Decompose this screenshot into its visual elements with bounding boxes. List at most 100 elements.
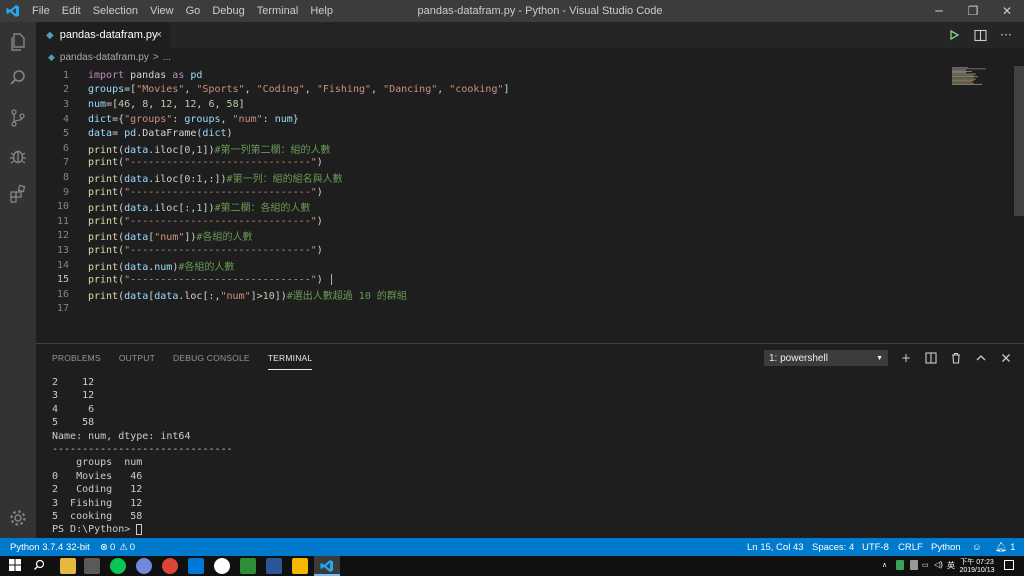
code-line[interactable]: 7 print("------------------------------") [36, 156, 956, 171]
new-terminal-icon[interactable]: + [898, 350, 914, 366]
notifications[interactable]: 🔔︎ 1 [995, 538, 1015, 556]
problems-indicator[interactable]: ⊗ 0 ⚠ 0 [100, 538, 135, 556]
code-line[interactable]: 3 num=[46, 8, 12, 12, 6, 58] [36, 97, 956, 112]
language-mode[interactable]: Python [931, 538, 961, 556]
more-actions-icon[interactable]: ··· [998, 27, 1014, 43]
menu-go[interactable]: Go [180, 5, 207, 17]
menu-terminal[interactable]: Terminal [251, 5, 305, 17]
split-terminal-icon[interactable] [923, 350, 939, 366]
menu-view[interactable]: View [144, 5, 180, 17]
editor-scrollbar[interactable] [1014, 66, 1024, 216]
code-line[interactable]: 5 data= pd.DataFrame(dict) [36, 126, 956, 141]
code-line[interactable]: 10 print(data.iloc[:,1])#第二欄：各組的人數 [36, 199, 956, 214]
code-text: print(data.iloc[0:1,:])#第一列：組的組名與人數 [88, 173, 343, 185]
app-icon[interactable] [240, 558, 256, 574]
code-line[interactable]: 17 [36, 302, 956, 317]
python-file-icon: ◆ [48, 51, 55, 62]
code-line[interactable]: 4 dict={"groups": groups, "num": num} [36, 112, 956, 127]
source-control-icon[interactable] [6, 106, 30, 130]
line-number: 15 [56, 274, 69, 286]
tray-app-icon[interactable] [910, 560, 918, 570]
taskbar-search-icon[interactable] [32, 558, 48, 574]
sticky-notes-icon[interactable] [292, 558, 308, 574]
notification-count: 1 [1010, 541, 1016, 553]
code-line[interactable]: 6 print(data.iloc[0,1])#第一列第二欄：組的人數 [36, 141, 956, 156]
encoding[interactable]: UTF-8 [862, 538, 889, 556]
media-player-icon[interactable] [84, 558, 100, 574]
close-window-button[interactable]: ✕ [990, 0, 1024, 22]
code-text: print(data.num)#各組的人數 [88, 261, 235, 273]
code-line[interactable]: 9 print("------------------------------") [36, 185, 956, 200]
minimap[interactable] [950, 66, 1014, 86]
run-python-icon[interactable] [946, 27, 962, 43]
feedback-smiley-icon[interactable]: ☺ [972, 538, 982, 556]
line-number: 14 [56, 259, 69, 271]
code-line[interactable]: 11 print("------------------------------"… [36, 214, 956, 229]
terminal-prompt-line: PS D:\Python> [52, 523, 233, 536]
code-line[interactable]: 2 groups=["Movies", "Sports", "Coding", "… [36, 83, 956, 98]
terminal-line: 5 58 [52, 417, 95, 429]
vscode-taskbar-icon[interactable] [314, 556, 340, 576]
tray-line-icon[interactable] [896, 560, 904, 570]
code-editor[interactable]: 1 import pandas as pd 2 groups=["Movies", "… [36, 66, 1024, 343]
word-icon[interactable] [266, 558, 282, 574]
explorer-icon[interactable] [6, 30, 30, 54]
search-icon[interactable] [6, 66, 30, 90]
file-explorer-icon[interactable] [60, 558, 76, 574]
windows-start-icon[interactable] [8, 558, 24, 574]
settings-gear-icon[interactable] [6, 506, 30, 530]
close-tab-icon[interactable]: × [156, 29, 162, 41]
maximize-panel-icon[interactable] [973, 350, 989, 366]
menu-file[interactable]: File [26, 5, 56, 17]
minimize-button[interactable]: ─ [922, 0, 956, 22]
menu-edit[interactable]: Edit [56, 5, 87, 17]
mail-icon[interactable] [188, 558, 204, 574]
menu-debug[interactable]: Debug [206, 5, 250, 17]
menu-help[interactable]: Help [304, 5, 339, 17]
extensions-icon[interactable] [6, 182, 30, 206]
code-line[interactable]: 13 print("------------------------------"… [36, 243, 956, 258]
code-line[interactable]: 8 print(data.iloc[0:1,:])#第一列：組的組名與人數 [36, 170, 956, 185]
cursor-position[interactable]: Ln 15, Col 43 [747, 538, 804, 556]
terminal-line: 3 12 [52, 390, 95, 402]
clock[interactable]: 下午 07:23 2019/10/13 [958, 557, 996, 574]
discord-icon[interactable] [136, 558, 152, 574]
line-ending[interactable]: CRLF [898, 538, 923, 556]
menu-selection[interactable]: Selection [87, 5, 144, 17]
breadcrumb-file[interactable]: pandas-datafram.py [60, 52, 149, 63]
python-interpreter[interactable]: Python 3.7.4 32-bit [10, 538, 90, 556]
tab-pandas-datafram[interactable]: ◆ pandas-datafram.py × [36, 22, 170, 48]
network-icon[interactable]: ▭ [922, 561, 929, 569]
code-text: print(data["num"])#各組的人數 [88, 232, 253, 244]
code-text: num=[46, 8, 12, 12, 6, 58] [88, 98, 245, 110]
code-text: dict={"groups": groups, "num": num} [88, 113, 299, 125]
code-line[interactable]: 14 print(data.num)#各組的人數 [36, 258, 956, 273]
terminal-select[interactable]: 1: powershell ▼ [764, 350, 888, 366]
code-line[interactable]: 16 print(data[data.loc[:,"num"]>10])#選出人數… [36, 287, 956, 302]
code-line[interactable]: 15 print("------------------------------"… [36, 272, 956, 287]
terminal-output[interactable]: 2 12 3 12 4 6 5 58 Name: num, dtype: int… [52, 376, 233, 537]
tab-label: pandas-datafram.py [59, 29, 158, 41]
trash-icon[interactable] [948, 350, 964, 366]
chrome-icon[interactable] [162, 558, 178, 574]
tab-terminal[interactable]: TERMINAL [267, 347, 313, 370]
volume-icon[interactable]: ◁) [934, 560, 943, 569]
action-center-icon[interactable] [1004, 560, 1014, 570]
code-line[interactable]: 12 print(data["num"])#各組的人數 [36, 229, 956, 244]
split-editor-icon[interactable] [972, 27, 988, 43]
tab-debug-console[interactable]: DEBUG CONSOLE [173, 347, 250, 369]
breadcrumb-symbol[interactable]: ... [163, 52, 171, 63]
restore-button[interactable]: ❐ [956, 0, 990, 22]
line-number: 9 [62, 186, 69, 198]
ime-indicator[interactable]: 英 [947, 560, 955, 571]
browser-icon[interactable] [214, 558, 230, 574]
line-app-icon[interactable] [110, 558, 126, 574]
warning-icon: ⚠ [119, 541, 128, 553]
indentation[interactable]: Spaces: 4 [812, 538, 854, 556]
tab-output[interactable]: OUTPUT [119, 347, 155, 369]
tab-problems[interactable]: PROBLEMS [52, 347, 101, 369]
debug-icon[interactable] [6, 144, 30, 168]
tray-overflow-icon[interactable]: ∧ [882, 561, 887, 569]
close-panel-icon[interactable] [998, 350, 1014, 366]
code-line[interactable]: 1 import pandas as pd [36, 68, 956, 83]
